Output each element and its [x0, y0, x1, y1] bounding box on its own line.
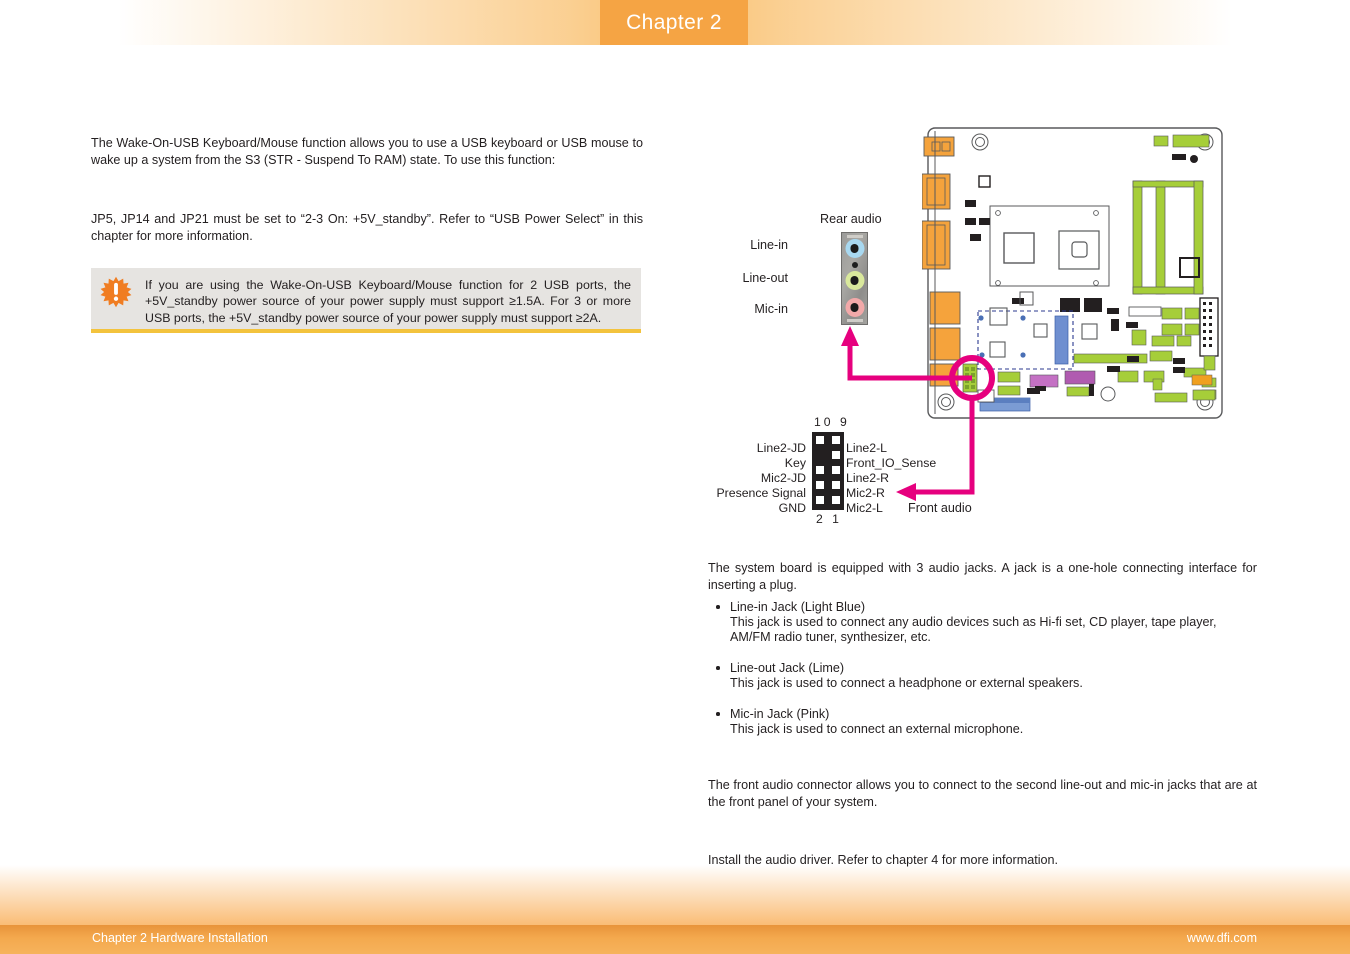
pin-label-left-line2-jd: Line2-JD [756, 441, 806, 455]
line-out-jack-icon [845, 271, 864, 290]
pin-label-left-gnd: GND [778, 501, 806, 515]
pin-5 [832, 466, 840, 474]
bullet-dot-icon [716, 666, 720, 670]
list-item-title: Mic-in Jack (Pink) [730, 707, 830, 721]
panel-bracket-bottom [846, 319, 863, 322]
audio-jack-list: Line-in Jack (Light Blue) This jack is u… [708, 600, 1257, 753]
audio-jacks-paragraph: The system board is equipped with 3 audi… [708, 561, 1257, 592]
pin-label-right-line2-l: Line2-L [846, 441, 888, 455]
front-audio-caption: Front audio [908, 501, 972, 515]
bullet-dot-icon [716, 605, 720, 609]
pin-label-left-presence-signal: Presence Signal [716, 486, 806, 500]
rear-jack-label-line-out: Line-out [742, 271, 788, 285]
list-item: Line-out Jack (Lime) This jack is used t… [708, 661, 1257, 691]
panel-bracket-top [846, 235, 863, 238]
chapter-tab-label: Chapter 2 [626, 10, 722, 34]
front-audio-paragraph: The front audio connector allows you to … [708, 778, 1257, 809]
bullet-dot-icon [716, 712, 720, 716]
pin-1 [832, 496, 840, 504]
footer-chapter-label: Chapter 2 Hardware Installation [92, 931, 268, 945]
pin-3 [832, 481, 840, 489]
rear-jack-label-mic-in: Mic-in [754, 302, 788, 316]
jack-hole [850, 244, 859, 253]
pin-label-right-front-io-sense: Front_IO_Sense [846, 456, 937, 470]
rear-audio-panel-graphic [841, 232, 868, 325]
pin-label-left-mic2-jd: Mic2-JD [760, 471, 806, 485]
jack-hole [850, 276, 859, 285]
panel-screw-dot-icon [851, 262, 858, 268]
pin-10 [816, 436, 824, 444]
pin-9 [832, 436, 840, 444]
rear-audio-caption: Rear audio [820, 212, 882, 226]
pin-label-right-mic2-r: Mic2-R [846, 486, 885, 500]
list-item-title: Line-out Jack (Lime) [730, 661, 845, 675]
pin-6 [816, 466, 824, 474]
footer-gradient-fade [0, 865, 1350, 925]
chapter-tab: Chapter 2 [600, 0, 748, 45]
footer-bar: Chapter 2 Hardware Installation www.dfi.… [0, 925, 1350, 954]
pin-7 [832, 451, 840, 459]
wake-on-usb-paragraph: The Wake-On-USB Keyboard/Mouse function … [91, 136, 643, 167]
pin-label-left-key: Key [784, 456, 806, 470]
warning-note-text: If you are using the Wake-On-USB Keyboar… [145, 278, 631, 325]
pin-header-body [812, 432, 844, 510]
pin-4 [816, 481, 824, 489]
list-item-title: Line-in Jack (Light Blue) [730, 600, 866, 614]
warning-note-box: If you are using the Wake-On-USB Keyboar… [91, 268, 641, 333]
mic-in-jack-icon [845, 298, 864, 317]
jumper-setting-paragraph: JP5, JP14 and JP21 must be set to “2-3 O… [91, 212, 643, 243]
rear-jack-label-line-in: Line-in [750, 238, 788, 252]
list-item-description: This jack is used to connect an external… [730, 722, 1024, 736]
list-item: Line-in Jack (Light Blue) This jack is u… [708, 600, 1257, 645]
motherboard-diagram [922, 127, 1223, 419]
pin-2 [816, 496, 824, 504]
list-item-description: This jack is used to connect a headphone… [730, 676, 1083, 690]
pin-numbers-top: 10 9 [814, 415, 850, 429]
list-item-description: This jack is used to connect any audio d… [730, 615, 1217, 644]
list-item: Mic-in Jack (Pink) This jack is used to … [708, 707, 1257, 737]
warning-starburst-icon [100, 276, 132, 308]
pin-label-right-mic2-l: Mic2-L [846, 501, 883, 515]
jack-hole [850, 303, 859, 312]
line-in-jack-icon [845, 239, 864, 258]
footer-website-label[interactable]: www.dfi.com [1187, 931, 1257, 945]
pin-label-right-line2-r: Line2-R [846, 471, 890, 485]
